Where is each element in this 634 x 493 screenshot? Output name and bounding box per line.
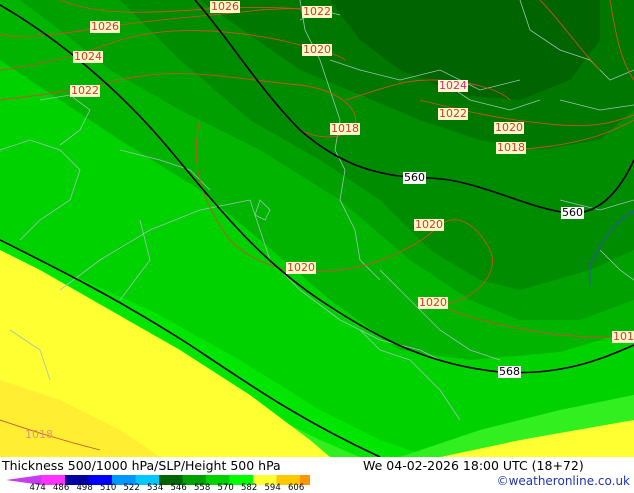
color-scale-tick-label: 570 (217, 483, 234, 493)
color-scale-tick-label: 582 (241, 483, 258, 493)
color-scale-tick-label: 534 (147, 483, 164, 493)
height-label-560: 560 (561, 206, 584, 219)
color-scale-tick-label: 606 (288, 483, 305, 493)
isobar-label-1018: 1018 (496, 141, 526, 154)
color-scale-tick-label: 486 (53, 483, 70, 493)
height-label-560: 560 (403, 171, 426, 184)
map-footer: Thickness 500/1000 hPa/SLP/Height 500 hP… (0, 457, 634, 493)
isobar-label-1020: 1020 (418, 296, 448, 309)
isobar-label-1020: 1020 (414, 218, 444, 231)
isobar-label-1024: 1024 (438, 79, 468, 92)
color-scale-tick-label: 510 (100, 483, 117, 493)
isobar-label-1020: 1020 (494, 121, 524, 134)
isobar-label-1026: 1026 (90, 20, 120, 33)
isobar-label-1024: 1024 (73, 50, 103, 63)
color-scale-tick-label: 546 (170, 483, 187, 493)
color-scale-tick-label: 522 (123, 483, 140, 493)
color-scale-tick-label: 498 (76, 483, 93, 493)
isobar-label-1026: 1026 (210, 0, 240, 13)
isobar-label-1020: 1020 (286, 261, 316, 274)
map-title: Thickness 500/1000 hPa/SLP/Height 500 hP… (2, 458, 281, 473)
color-scale-legend: 474 486 498 510 522 534 546 558 570 582 594 606 (0, 472, 324, 493)
weather-map: 1026 1026 1022 1024 1020 1022 1024 1018 … (0, 0, 634, 457)
isobar-label-1020: 1020 (302, 43, 332, 56)
isobar-label-1022: 1022 (438, 107, 468, 120)
isobar-label-1022: 1022 (70, 84, 100, 97)
height-label-568: 568 (498, 365, 521, 378)
color-scale-tick-label: 558 (194, 483, 211, 493)
isobar-label-1018: 1018 (330, 122, 360, 135)
map-canvas (0, 0, 634, 457)
isobar-label-101: 101 (612, 330, 634, 343)
isobar-label-1022: 1022 (302, 5, 332, 18)
map-valid-time: We 04-02-2026 18:00 UTC (18+72) (363, 458, 584, 473)
isobar-label-1018: 1018 (25, 428, 53, 441)
color-scale-tick-label: 474 (29, 483, 46, 493)
credit-link[interactable]: ©weatheronline.co.uk (497, 474, 630, 488)
color-scale-tick-label: 594 (264, 483, 281, 493)
